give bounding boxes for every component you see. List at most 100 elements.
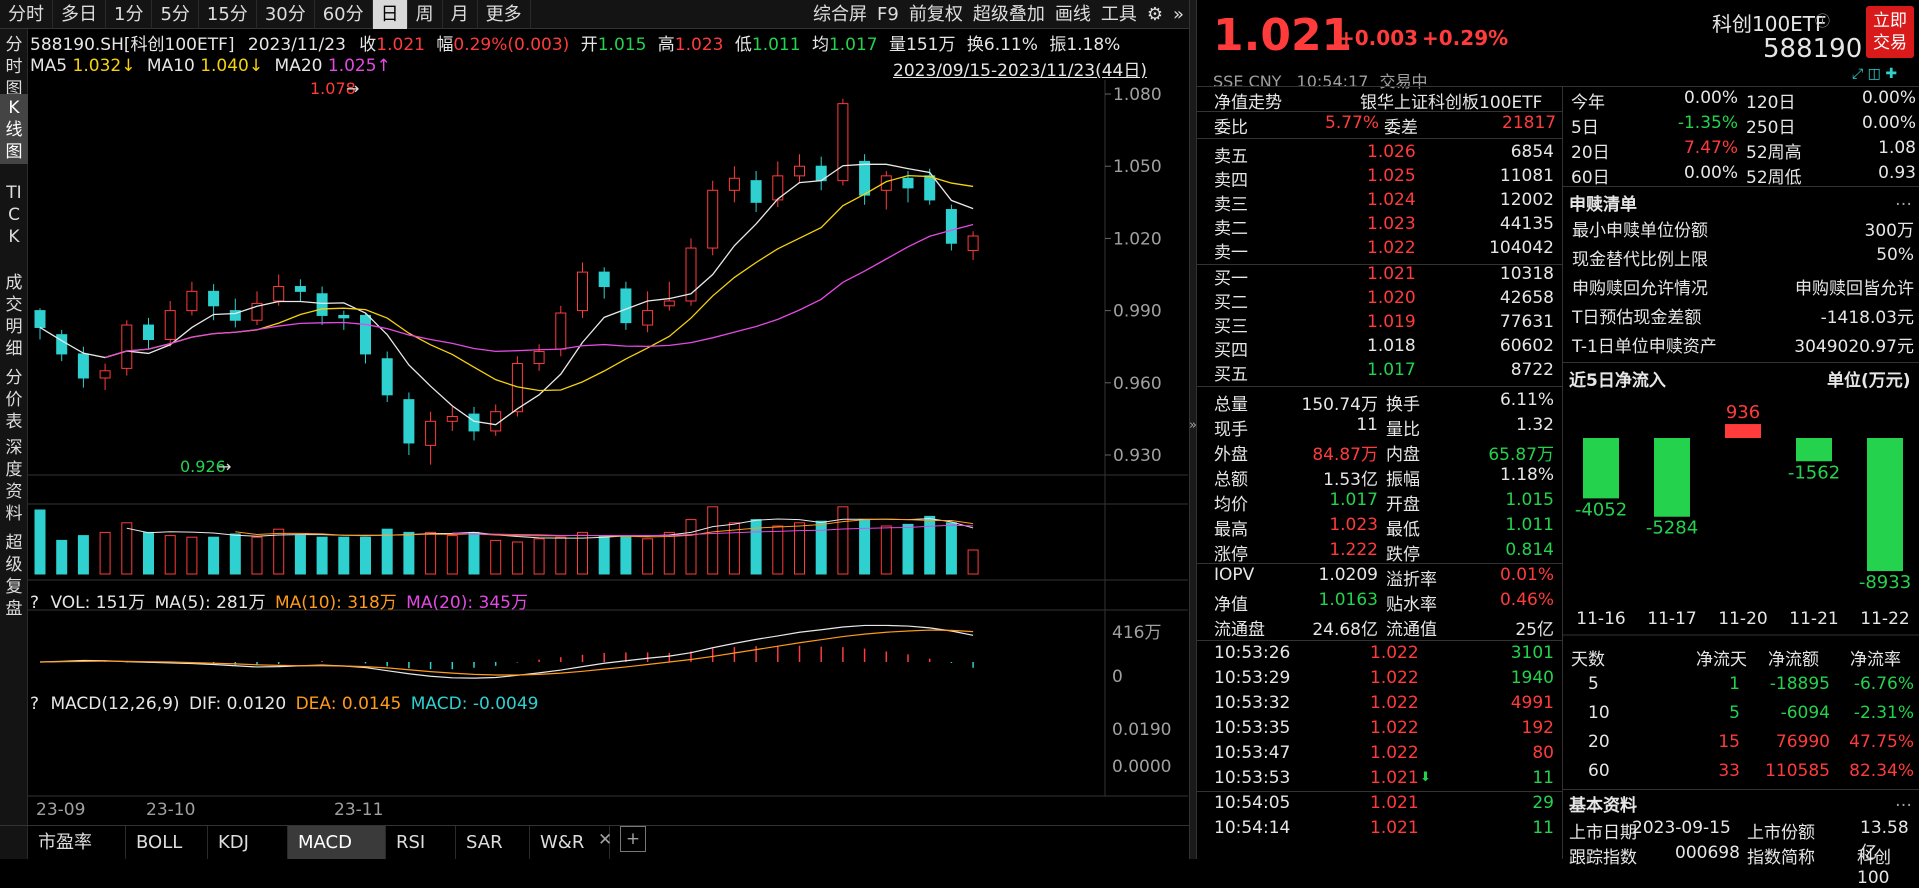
toolbar-tool[interactable]: 前复权 <box>904 0 968 29</box>
candle-body <box>338 314 350 319</box>
ma10-value: 1.040↓ <box>200 56 264 76</box>
stat-value: 1.011 <box>1505 515 1554 535</box>
tick-time: 10:54:05 <box>1214 793 1291 813</box>
low-value: 1.011 <box>751 35 801 55</box>
indicator-tab[interactable]: RSI <box>386 826 456 859</box>
bid-price: 1.020 <box>1367 288 1416 308</box>
ask-price: 1.026 <box>1367 142 1416 162</box>
macd-header: ? MACD(12,26,9) DIF: 0.0120 DEA: 0.0145 … <box>30 694 538 714</box>
ma-line <box>39 163 974 426</box>
period-tab[interactable]: 月 <box>443 0 478 29</box>
left-nav-label: 成交明细 <box>5 273 23 359</box>
index-abbr-label: 指数简称 <box>1747 848 1815 868</box>
close-label: 收 <box>359 35 377 55</box>
ask-label: 卖二 <box>1214 219 1248 239</box>
tracking-index-label: 跟踪指数 <box>1569 848 1637 868</box>
left-nav-item[interactable]: K线图 <box>0 94 28 164</box>
period-tab[interactable]: 15分 <box>199 0 257 29</box>
ask-volume: 104042 <box>1489 238 1554 258</box>
perf-value: 1.08 <box>1878 138 1916 158</box>
period-tab[interactable]: 5分 <box>152 0 199 29</box>
period-tab[interactable]: 30分 <box>257 0 315 29</box>
expand-double-chevron-icon[interactable]: » <box>1168 0 1189 29</box>
dif-line <box>39 624 974 679</box>
weibi-value: 5.77% <box>1325 113 1380 133</box>
volume-bar <box>121 522 133 575</box>
info-icon[interactable]: ⓘ <box>1815 10 1830 31</box>
trade-now-button[interactable]: 立即交易 <box>1866 6 1914 58</box>
left-nav-item[interactable]: 分时图 <box>0 31 28 99</box>
volume-bar <box>99 531 111 575</box>
toolbar-tool[interactable]: 画线 <box>1050 0 1096 29</box>
tick-price: 1.022 <box>1370 668 1419 688</box>
macd-name: MACD(12,26,9) <box>50 694 180 714</box>
netflow-day-count: 5 <box>1729 703 1740 723</box>
nav-trend-link[interactable]: 净值走势 <box>1214 88 1282 113</box>
settings-gear-icon[interactable]: ⚙ <box>1142 0 1168 29</box>
volume-bar <box>511 541 523 575</box>
toolbar-tool[interactable]: 综合屏 <box>808 0 872 29</box>
candle-body <box>794 165 805 177</box>
stat-value: 0.814 <box>1505 540 1554 560</box>
netflow-date-label: 11-16 <box>1576 609 1625 629</box>
stat-label: 最低 <box>1386 520 1420 540</box>
add-tab-icon[interactable]: + <box>620 826 646 852</box>
stat-value: 1.015 <box>1505 490 1554 510</box>
perf-label: 5日 <box>1571 118 1599 138</box>
volume-bar <box>772 525 784 575</box>
date-range[interactable]: 2023/09/15-2023/11/23(44日) <box>893 56 1147 81</box>
left-nav-item[interactable]: TICK <box>0 179 28 261</box>
indicator-tab[interactable]: BOLL <box>126 826 208 859</box>
period-tab[interactable]: 周 <box>408 0 443 29</box>
stat-label: 流通盘 <box>1214 620 1265 640</box>
indicator-tab[interactable]: 市盈率 <box>28 826 126 859</box>
tick-volume: 29 <box>1532 793 1554 813</box>
netflow-bar <box>1583 438 1619 499</box>
divider <box>1197 86 1919 87</box>
left-nav-item[interactable]: 超级复盘 <box>0 529 28 619</box>
left-nav-item[interactable]: 分价表 <box>0 364 28 432</box>
toolbar-tool[interactable]: 工具 <box>1096 0 1142 29</box>
left-nav-item[interactable]: 深度资料 <box>0 434 28 524</box>
collapse-arrow-icon[interactable]: » <box>1189 418 1197 433</box>
period-tab[interactable]: 日 <box>372 0 408 29</box>
netflow-date-label: 11-22 <box>1860 609 1909 629</box>
stat-label: 净值 <box>1214 595 1248 615</box>
indicator-tab[interactable]: SAR <box>456 826 530 859</box>
candle-body <box>642 310 654 326</box>
kline-info-bar: 588190.SH[科创100ETF] 2023/11/23 收1.021 幅0… <box>30 30 1120 55</box>
toolbar-tool[interactable]: 超级叠加 <box>968 0 1050 29</box>
volume-bar <box>294 535 306 575</box>
period-tab[interactable]: 分时 <box>0 0 53 29</box>
macd-ytick-top: 0.0190 <box>1112 720 1172 740</box>
netflow-amount: -18895 <box>1769 674 1830 694</box>
volume-bar <box>34 509 46 575</box>
more-icon[interactable]: … <box>1895 190 1912 210</box>
left-nav-item[interactable]: 成交明细 <box>0 269 28 359</box>
close-tab-icon[interactable]: ✕ <box>598 830 612 850</box>
period-tab[interactable]: 1分 <box>106 0 153 29</box>
volume-bar <box>837 506 849 575</box>
stat-label: IOPV <box>1214 565 1255 585</box>
macd-ytick-bottom: 0.0000 <box>1112 757 1172 777</box>
indicator-tab[interactable]: KDJ <box>208 826 288 859</box>
period-tab[interactable]: 多日 <box>53 0 106 29</box>
candle-body <box>34 310 46 328</box>
bid-volume: 60602 <box>1499 336 1554 356</box>
help-icon[interactable]: ? <box>30 593 39 613</box>
help-icon[interactable]: ? <box>30 694 39 714</box>
period-tab[interactable]: 更多 <box>478 0 531 29</box>
period-tab[interactable]: 60分 <box>315 0 373 29</box>
perf-value: 0.00% <box>1861 113 1916 133</box>
candle-body <box>468 413 480 432</box>
toolbar-tool[interactable]: F9 <box>872 0 904 29</box>
tick-time: 10:53:29 <box>1214 668 1291 688</box>
tick-price: 1.021 <box>1370 793 1419 813</box>
more-icon[interactable]: … <box>1895 791 1912 811</box>
stat-value: 11 <box>1356 415 1378 435</box>
netflow-col-header: 净流率 <box>1850 650 1901 670</box>
panel-icons[interactable]: ⤢ ◫ ✚ <box>1852 66 1897 82</box>
volume-bar <box>316 536 328 575</box>
tick-time: 10:53:53 <box>1214 768 1291 788</box>
indicator-tab[interactable]: MACD <box>288 826 386 859</box>
